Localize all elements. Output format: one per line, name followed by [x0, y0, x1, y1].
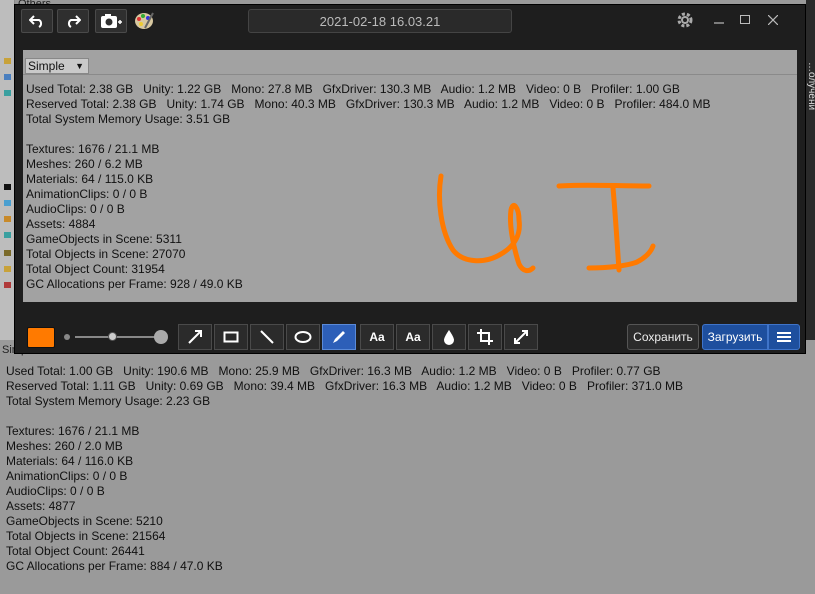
legend-swatch [4, 90, 11, 96]
legend-swatch [4, 184, 11, 190]
redo-button[interactable] [57, 9, 89, 33]
arrow-icon [188, 330, 202, 344]
upload-button[interactable]: Загрузить [702, 324, 768, 350]
screenshot-canvas[interactable]: Simple ▼ Used Total: 2.38 GB Unity: 1.22… [23, 50, 797, 302]
annotation-stroke-i-top [556, 182, 652, 189]
stat-line: GameObjects in Scene: 5210 [6, 514, 163, 528]
settings-button[interactable] [673, 9, 697, 31]
close-button[interactable] [761, 9, 785, 31]
stat-line: Used Total: 1.00 GB Unity: 190.6 MB Mono… [6, 364, 661, 378]
pen-annotation [437, 173, 656, 274]
rectangle-tool[interactable] [214, 324, 248, 350]
arrow-tool[interactable] [178, 324, 212, 350]
legend-swatch [4, 232, 11, 238]
stat-line: Total Object Count: 26441 [6, 544, 145, 558]
memory-stats: Used Total: 1.00 GB Unity: 190.6 MB Mono… [6, 364, 683, 574]
vertical-label: …олучени [806, 62, 815, 111]
legend-swatch [4, 250, 11, 256]
redo-icon [67, 15, 81, 28]
resize-tool[interactable] [504, 324, 538, 350]
crop-tool[interactable] [468, 324, 502, 350]
undo-button[interactable] [21, 9, 53, 33]
stat-line: Meshes: 260 / 2.0 MB [6, 439, 123, 453]
ellipse-tool[interactable] [286, 324, 320, 350]
maximize-button[interactable] [733, 9, 757, 31]
expand-icon [514, 330, 528, 344]
legend-swatch [4, 74, 11, 80]
drop-icon [444, 330, 454, 345]
gear-icon [677, 12, 693, 28]
capture-title: 2021-02-18 16.03.21 [248, 9, 512, 33]
color-picker[interactable] [27, 327, 55, 348]
close-icon [768, 15, 778, 25]
pen-icon [333, 331, 345, 343]
text-tool[interactable]: Aa [360, 324, 394, 350]
left-panel-strip [0, 0, 15, 340]
stat-line: Materials: 64 / 116.0 KB [6, 454, 134, 468]
title-bar: 2021-02-18 16.03.21 [15, 5, 805, 37]
screenshot-editor-window: 2021-02-18 16.03.21 Simple ▼ Used Total:… [14, 4, 806, 354]
ellipse-icon [294, 331, 312, 343]
minimize-icon [714, 22, 724, 24]
text-icon: Aa [369, 330, 385, 344]
size-max-icon [154, 330, 168, 344]
annotation-stroke-i-bottom [586, 243, 656, 271]
save-button[interactable]: Сохранить [627, 324, 699, 350]
legend-swatch [4, 266, 11, 272]
stat-line: GC Allocations per Frame: 884 / 47.0 KB [6, 559, 223, 573]
palette-button[interactable] [133, 11, 155, 31]
legend-swatch [4, 200, 11, 206]
undo-icon [29, 15, 43, 28]
line-tool[interactable] [250, 324, 284, 350]
stat-line: Textures: 1676 / 21.1 MB [6, 424, 140, 438]
line-icon [260, 330, 274, 344]
editor-toolbar: Aa Aa Сохранить Загрузить [15, 320, 805, 354]
pen-tool[interactable] [322, 324, 356, 350]
annotation-stroke-i-stem [610, 185, 622, 273]
stat-line [6, 409, 683, 424]
size-min-icon [64, 334, 70, 340]
stat-line: AnimationClips: 0 / 0 B [6, 469, 128, 483]
blur-tool[interactable] [432, 324, 466, 350]
stat-line: Total System Memory Usage: 2.23 GB [6, 394, 211, 408]
annotation-stroke-u [437, 173, 536, 274]
stat-line: AudioClips: 0 / 0 B [6, 484, 105, 498]
text-outline-tool[interactable]: Aa [396, 324, 430, 350]
legend-swatch [4, 282, 11, 288]
hamburger-icon [777, 332, 791, 342]
menu-button[interactable] [768, 324, 800, 350]
palette-icon [135, 12, 154, 29]
maximize-icon [740, 15, 750, 24]
stat-line: Assets: 4877 [6, 499, 76, 513]
stat-line: Reserved Total: 1.11 GB Unity: 0.69 GB M… [6, 379, 683, 393]
right-panel-strip: …олучени [806, 0, 815, 340]
minimize-button[interactable] [707, 9, 731, 31]
stat-line: Total Objects in Scene: 21564 [6, 529, 166, 543]
camera-add-icon [101, 14, 122, 28]
slider-handle[interactable] [108, 332, 117, 341]
new-capture-button[interactable] [95, 9, 127, 33]
text-outline-icon: Aa [405, 330, 421, 344]
legend-swatch [4, 58, 11, 64]
crop-icon [477, 329, 493, 345]
legend-swatch [4, 216, 11, 222]
rectangle-icon [223, 331, 239, 343]
